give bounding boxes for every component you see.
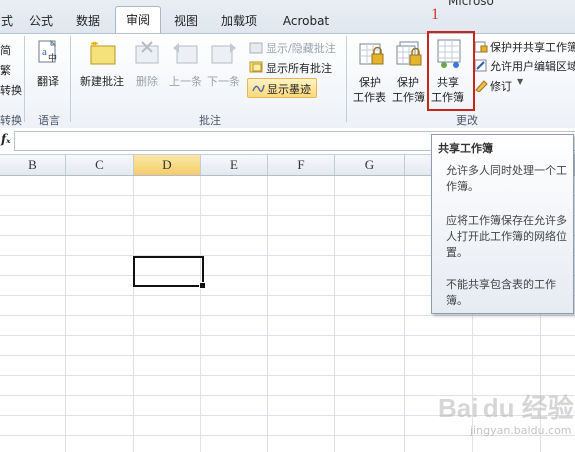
delete-comment-button[interactable]: 删除	[136, 73, 158, 89]
translate-button[interactable]: 翻译	[37, 73, 59, 89]
show-hide-comment-button[interactable]: 显示/隐藏批注	[266, 40, 336, 56]
insert-function-icon[interactable]: fₓ	[1, 132, 11, 146]
protect-share-icon	[474, 39, 488, 53]
tab-view[interactable]: 视图	[170, 10, 202, 32]
tab-acrobat[interactable]: Acrobat	[279, 10, 333, 32]
group-label-language: 语言	[38, 114, 60, 127]
new-comment-icon[interactable]	[87, 40, 117, 66]
allow-edit-ranges-button[interactable]: 允许用户编辑区域	[490, 58, 575, 74]
translate-icon[interactable]: a 中	[36, 39, 62, 67]
delete-comment-icon[interactable]	[134, 40, 160, 66]
protect-sheet-icon[interactable]	[358, 40, 386, 70]
tab-review[interactable]: 审阅	[115, 6, 161, 35]
convert-button[interactable]: 转换	[0, 82, 22, 98]
protect-workbook-label-1[interactable]: 保护	[397, 74, 419, 90]
tab-data[interactable]: 数据	[73, 10, 103, 32]
show-all-comments-icon	[249, 61, 263, 73]
fill-handle[interactable]	[199, 282, 206, 289]
track-changes-button[interactable]: 修订	[490, 78, 512, 94]
watermark-logo: Bai du 经验	[438, 393, 574, 423]
tooltip-paragraph: 不能共享包含表的工作簿。	[446, 278, 556, 307]
show-ink-label: 显示墨迹	[267, 83, 311, 96]
grid-line	[200, 176, 201, 452]
group-label-changes: 更改	[456, 114, 478, 127]
next-comment-icon[interactable]	[210, 40, 238, 66]
track-changes-icon	[474, 78, 488, 93]
grid-line	[65, 176, 66, 452]
ribbon: 简 繁 转换 转换 a 中 翻译 语言 新建批注 删除 上一条 下一条 显示/隐…	[0, 33, 575, 129]
protect-workbook-icon[interactable]	[396, 40, 424, 70]
protect-share-button[interactable]: 保护并共享工作簿	[490, 39, 575, 55]
tooltip-paragraph: 允许多人同时处理一个工作簿。	[446, 164, 567, 193]
column-header-d[interactable]: D	[134, 155, 201, 175]
show-ink-toggle[interactable]: 显示墨迹	[247, 78, 317, 98]
new-comment-button[interactable]: 新建批注	[80, 73, 124, 89]
group-separator	[346, 36, 347, 122]
window-title: Microso	[448, 0, 494, 8]
share-workbook-tooltip: 共享工作簿 允许多人同时处理一个工作簿。 应将工作簿保存在允许多人打开此工作簿的…	[431, 134, 574, 314]
ribbon-tab-bar: Microso 式 公式 数据 审阅 视图 加载项 Acrobat	[0, 0, 575, 35]
tooltip-title: 共享工作簿	[438, 142, 493, 155]
grid-line	[267, 176, 268, 452]
previous-comment-button[interactable]: 上一条	[169, 73, 202, 89]
column-header-f[interactable]: F	[268, 155, 335, 175]
previous-comment-icon[interactable]	[171, 40, 199, 66]
show-hide-comment-icon	[249, 42, 263, 54]
tab-formulas[interactable]: 公式	[26, 10, 56, 32]
group-separator	[24, 36, 25, 122]
show-all-comments-button[interactable]: 显示所有批注	[266, 60, 332, 76]
allow-edit-ranges-icon	[474, 58, 488, 72]
tab-addins[interactable]: 加载项	[218, 10, 260, 32]
simplified-button[interactable]: 简	[0, 42, 11, 58]
svg-text:中: 中	[48, 52, 57, 64]
protect-sheet-label-2[interactable]: 工作表	[353, 89, 386, 105]
protect-sheet-label-1[interactable]: 保护	[359, 74, 381, 90]
annotation-number: 1	[431, 6, 439, 23]
annotation-highlight-box	[427, 31, 475, 111]
traditional-button[interactable]: 繁	[0, 62, 11, 78]
next-comment-button[interactable]: 下一条	[207, 73, 240, 89]
protect-workbook-label-2[interactable]: 工作簿	[392, 89, 425, 105]
column-header-b[interactable]: B	[0, 155, 66, 175]
tooltip-paragraph: 应将工作簿保存在允许多人打开此工作簿的网络位置。	[446, 214, 567, 259]
tab-partial[interactable]: 式	[0, 10, 14, 32]
svg-text:a: a	[42, 46, 47, 58]
grid-line	[404, 176, 405, 452]
watermark-url: jingyan.baidu.com	[470, 424, 572, 437]
ink-icon	[251, 81, 265, 97]
group-label-convert: 转换	[0, 114, 22, 127]
column-header-c[interactable]: C	[66, 155, 134, 175]
column-header-e[interactable]: E	[201, 155, 268, 175]
chevron-down-icon[interactable]: ▼	[517, 77, 523, 86]
group-separator	[70, 36, 71, 122]
column-header-g[interactable]: G	[335, 155, 405, 175]
grid-line	[133, 176, 134, 452]
active-cell[interactable]	[133, 256, 204, 287]
grid-line	[334, 176, 335, 452]
group-label-comments: 批注	[199, 114, 221, 127]
